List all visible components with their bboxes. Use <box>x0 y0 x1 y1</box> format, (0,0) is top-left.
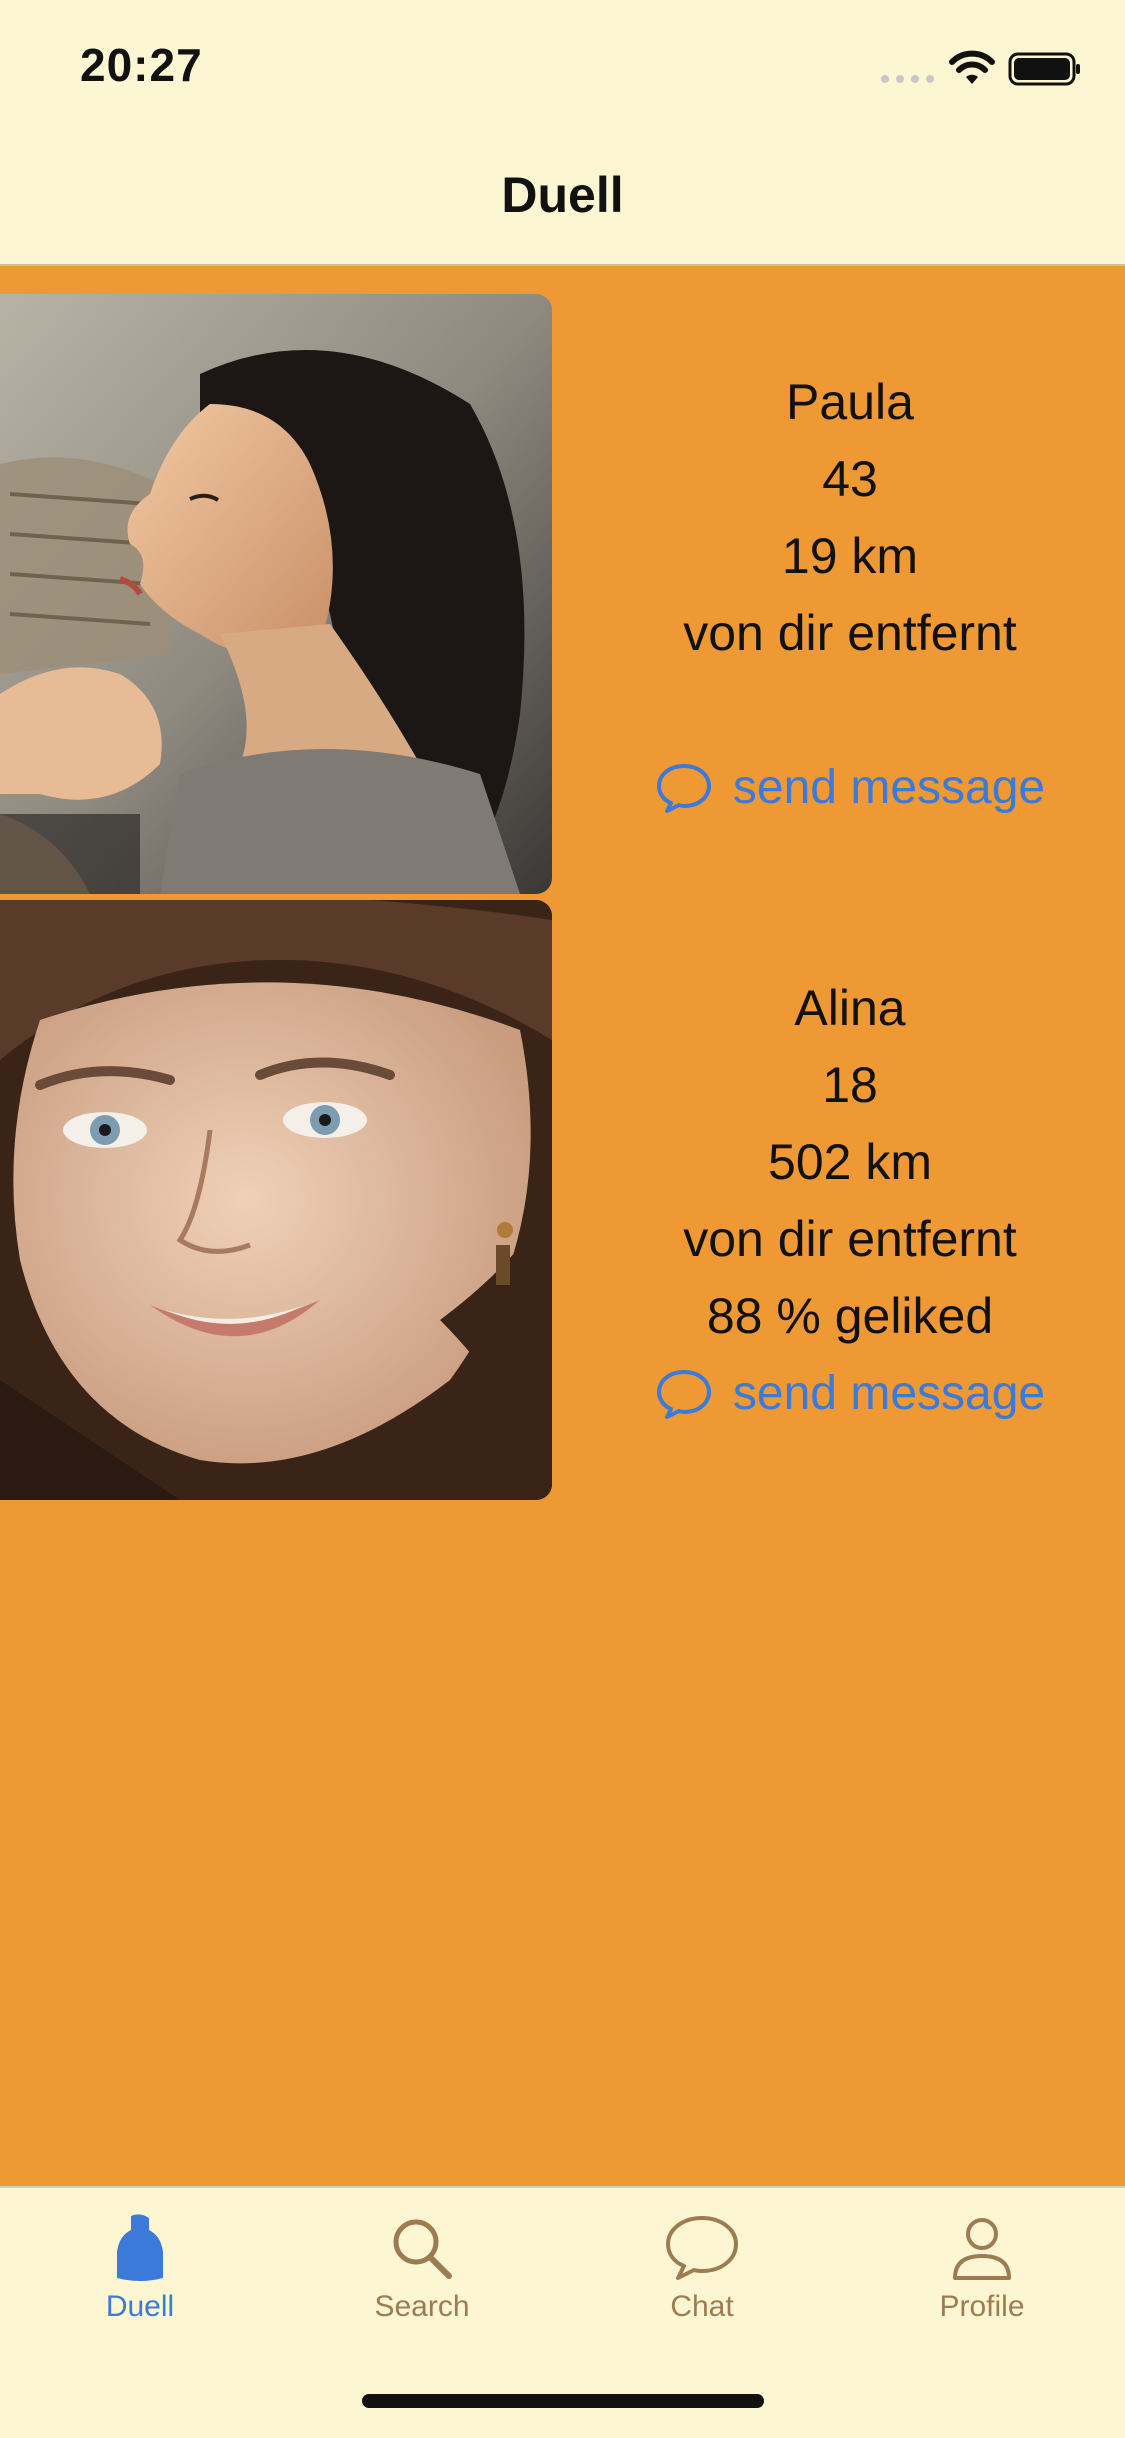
tab-duell[interactable]: Duell <box>30 2212 250 2324</box>
profile-info-paula: Paula 43 19 km von dir entfernt send mes… <box>620 364 1080 826</box>
send-message-label: send message <box>732 761 1046 814</box>
profile-age: 43 <box>822 451 878 507</box>
profile-card-alina[interactable]: Alina 18 502 km von dir entfernt 88 % ge… <box>0 900 1125 1500</box>
profile-distance: 19 km <box>781 528 919 584</box>
tab-profile[interactable]: Profile <box>872 2212 1092 2324</box>
tab-label: Profile <box>939 2290 1025 2323</box>
page-title: Duell <box>501 167 624 223</box>
profile-distance: 502 km <box>768 1134 932 1190</box>
tab-chat[interactable]: Chat <box>592 2212 812 2324</box>
home-indicator[interactable] <box>362 2394 764 2408</box>
navigation-bar: Duell <box>0 132 1125 266</box>
profile-info-alina: Alina 18 502 km von dir entfernt 88 % ge… <box>620 970 1080 1432</box>
wifi-icon <box>949 50 995 84</box>
send-message-button[interactable]: send message <box>655 749 1045 826</box>
profile-distance-note: von dir entfernt <box>683 605 1017 661</box>
profile-photo-paula[interactable] <box>0 294 552 894</box>
chat-icon <box>666 2216 738 2280</box>
tab-label: Duell <box>105 2290 175 2323</box>
status-bar: 20:27 <box>0 0 1125 132</box>
profile-like-rate <box>620 672 1080 749</box>
tab-search[interactable]: Search <box>312 2212 532 2324</box>
battery-icon <box>1008 52 1080 86</box>
send-message-label: send message <box>732 1367 1046 1420</box>
profile-card-paula[interactable]: Paula 43 19 km von dir entfernt send mes… <box>0 294 1125 894</box>
profile-like-rate: 88 % geliked <box>706 1288 994 1344</box>
status-time: 20:27 <box>80 39 203 91</box>
profile-name: Paula <box>786 374 914 430</box>
tab-label: Chat <box>670 2290 734 2323</box>
signal-icon <box>881 75 934 83</box>
profile-distance-note: von dir entfernt <box>683 1211 1017 1267</box>
profile-age: 18 <box>822 1057 878 1113</box>
send-message-button[interactable]: send message <box>655 1355 1045 1432</box>
profile-name: Alina <box>794 980 906 1036</box>
duel-list[interactable]: Paula 43 19 km von dir entfernt send mes… <box>0 266 1125 2186</box>
message-bubble-icon <box>656 1369 711 1419</box>
message-bubble-icon <box>656 763 711 813</box>
duell-icon <box>117 2214 163 2281</box>
profile-photo-alina[interactable] <box>0 900 552 1500</box>
tab-label: Search <box>374 2290 470 2323</box>
search-icon <box>393 2219 452 2279</box>
profile-icon <box>953 2218 1011 2280</box>
